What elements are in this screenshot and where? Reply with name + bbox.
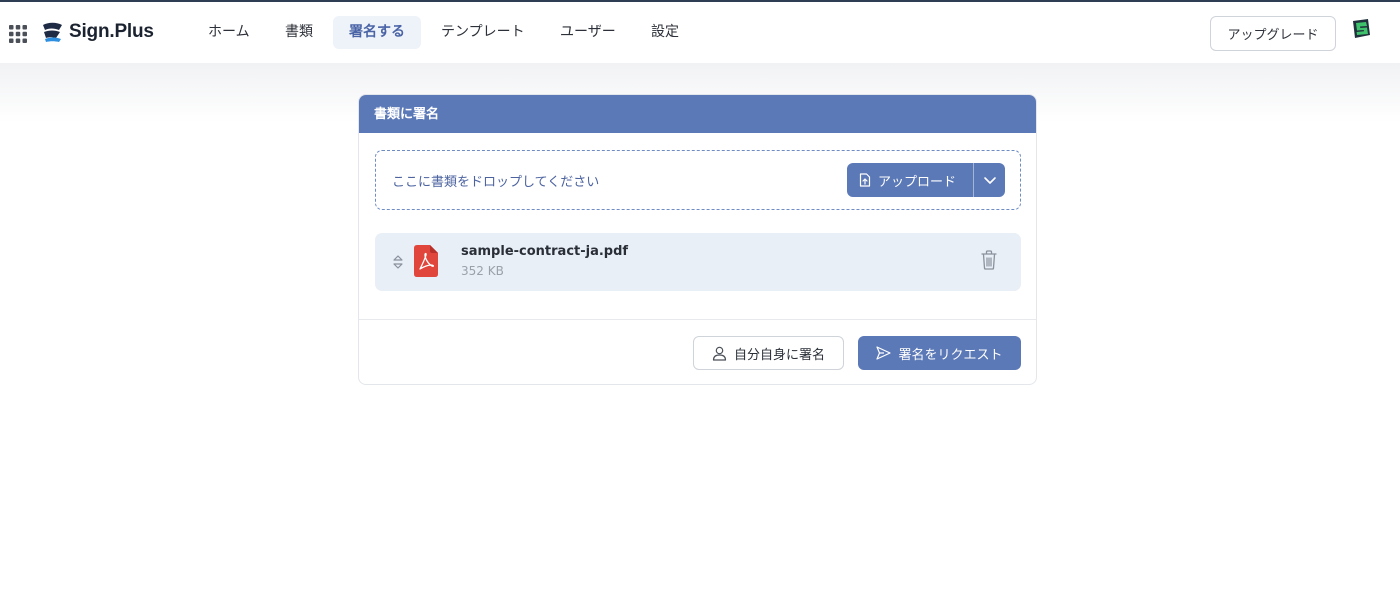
upload-options-button[interactable] bbox=[974, 163, 1005, 197]
dropzone-text: ここに書類をドロップしてください bbox=[392, 175, 600, 190]
upgrade-button[interactable]: アップグレード bbox=[1210, 16, 1336, 51]
card-title: 書類に署名 bbox=[359, 95, 1036, 133]
upload-label: アップロード bbox=[878, 174, 957, 190]
sign-plus-logo-icon bbox=[43, 22, 62, 42]
document-dropzone[interactable]: ここに書類をドロップしてください アップロード bbox=[375, 150, 1021, 210]
upload-button-group: アップロード bbox=[847, 163, 1005, 197]
sign-myself-button[interactable]: 自分自身に署名 bbox=[693, 336, 844, 370]
send-icon bbox=[876, 346, 892, 360]
avatar-icon[interactable] bbox=[1349, 17, 1373, 41]
nav-templates[interactable]: テンプレート bbox=[425, 16, 541, 49]
nav-documents[interactable]: 書類 bbox=[269, 16, 329, 49]
pdf-file-icon bbox=[414, 245, 438, 281]
nav-sign[interactable]: 署名する bbox=[333, 16, 421, 49]
drag-handle-icon[interactable] bbox=[392, 254, 404, 274]
upload-button[interactable]: アップロード bbox=[847, 163, 974, 197]
brand-logo[interactable]: Sign.Plus bbox=[41, 21, 154, 43]
request-signature-button[interactable]: 署名をリクエスト bbox=[858, 336, 1021, 370]
apps-grid-icon[interactable] bbox=[9, 25, 27, 43]
brand-name: Sign.Plus bbox=[69, 21, 154, 42]
card-divider bbox=[359, 319, 1036, 320]
top-navbar: Sign.Plus ホーム 書類 署名する テンプレート ユーザー 設定 アップ… bbox=[0, 2, 1400, 63]
trash-icon[interactable] bbox=[981, 250, 997, 274]
sign-document-card: 書類に署名 ここに書類をドロップしてください アップロード sample-con… bbox=[358, 94, 1037, 385]
request-signature-label: 署名をリクエスト bbox=[898, 347, 1003, 363]
nav-users[interactable]: ユーザー bbox=[544, 16, 632, 49]
nav-settings[interactable]: 設定 bbox=[635, 16, 695, 49]
file-list-item: sample-contract-ja.pdf 352 KB bbox=[375, 233, 1021, 291]
nav-home[interactable]: ホーム bbox=[192, 16, 266, 49]
file-size: 352 KB bbox=[461, 264, 504, 278]
file-name: sample-contract-ja.pdf bbox=[461, 244, 629, 259]
user-icon bbox=[712, 346, 727, 361]
chevron-down-icon bbox=[983, 176, 996, 184]
sign-myself-label: 自分自身に署名 bbox=[733, 347, 825, 363]
upload-file-icon bbox=[859, 173, 871, 187]
